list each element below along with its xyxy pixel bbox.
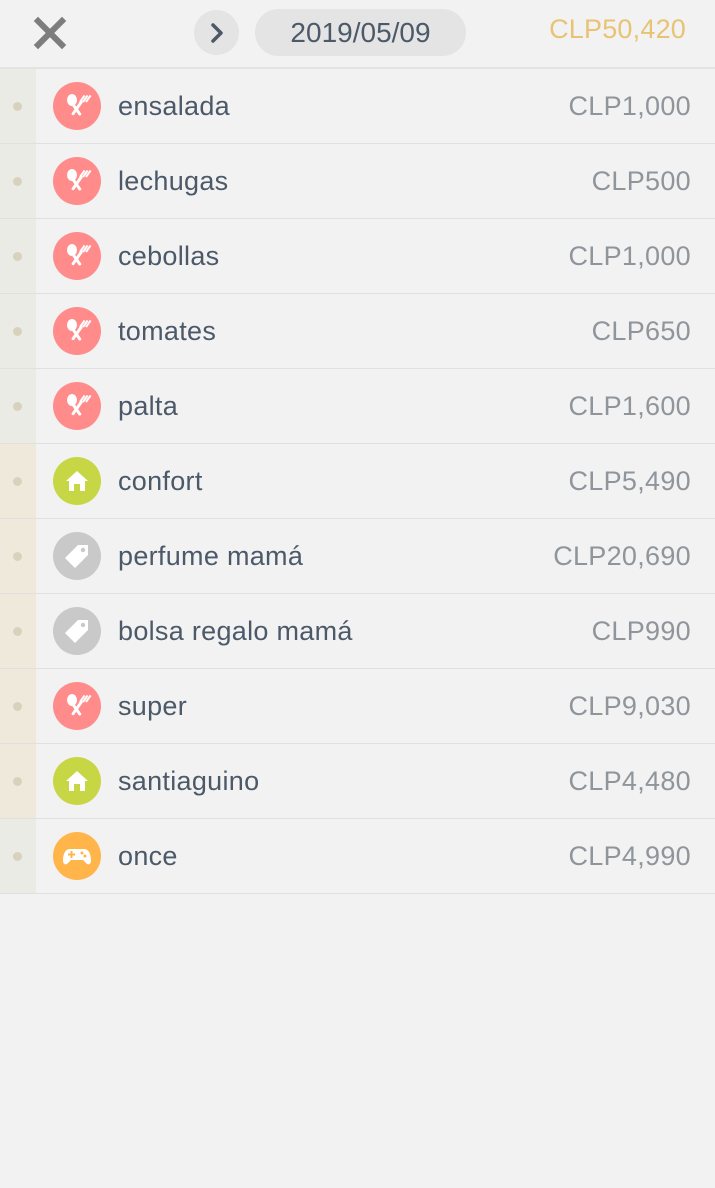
item-amount: CLP1,600 [568, 391, 691, 421]
item-name: once [118, 841, 178, 871]
item-name: ensalada [118, 91, 230, 121]
row-dot [13, 777, 22, 786]
item-name: santiaguino [118, 766, 260, 796]
item-amount: CLP500 [591, 166, 691, 196]
gamepad-icon [53, 832, 101, 880]
row-dot [13, 702, 22, 711]
row-dot [13, 327, 22, 336]
fork-spoon-icon [53, 682, 101, 730]
item-name: perfume mamá [118, 541, 304, 571]
expense-list: ensalada CLP1,000 lechugas CLP500 cebollas CL… [0, 69, 715, 894]
list-item[interactable]: ensalada CLP1,000 [0, 69, 715, 144]
next-day-button[interactable] [194, 10, 239, 55]
list-item[interactable]: perfume mamá CLP20,690 [0, 519, 715, 594]
day-total: CLP50,420 [549, 14, 686, 44]
row-dot [13, 552, 22, 561]
item-amount: CLP20,690 [553, 541, 691, 571]
row-dot [13, 177, 22, 186]
fork-spoon-icon [53, 382, 101, 430]
item-amount: CLP990 [591, 616, 691, 646]
tag-icon [53, 532, 101, 580]
item-name: lechugas [118, 166, 229, 196]
close-button[interactable] [30, 13, 70, 53]
list-item[interactable]: bolsa regalo mamá CLP990 [0, 594, 715, 669]
fork-spoon-icon [53, 307, 101, 355]
item-amount: CLP4,480 [568, 766, 691, 796]
chevron-right-icon [210, 22, 223, 43]
house-icon [53, 757, 101, 805]
list-item[interactable]: santiaguino CLP4,480 [0, 744, 715, 819]
header-bar: 2019/05/09 CLP50,420 [0, 0, 715, 69]
item-amount: CLP9,030 [568, 691, 691, 721]
expense-day-view: 2019/05/09 CLP50,420 ensalada CLP1,000 lec… [0, 0, 715, 1188]
item-name: bolsa regalo mamá [118, 616, 353, 646]
list-item[interactable]: cebollas CLP1,000 [0, 219, 715, 294]
item-name: super [118, 691, 188, 721]
item-amount: CLP1,000 [568, 241, 691, 271]
date-label: 2019/05/09 [290, 16, 431, 48]
close-icon [33, 16, 67, 50]
list-item[interactable]: palta CLP1,600 [0, 369, 715, 444]
item-name: palta [118, 391, 179, 421]
item-amount: CLP1,000 [568, 91, 691, 121]
fork-spoon-icon [53, 157, 101, 205]
house-icon [53, 457, 101, 505]
item-amount: CLP4,990 [568, 841, 691, 871]
item-name: cebollas [118, 241, 220, 271]
row-dot [13, 102, 22, 111]
list-item[interactable]: tomates CLP650 [0, 294, 715, 369]
item-name: tomates [118, 316, 217, 346]
row-dot [13, 402, 22, 411]
list-item[interactable]: confort CLP5,490 [0, 444, 715, 519]
date-selector[interactable]: 2019/05/09 [255, 9, 466, 56]
row-dot [13, 852, 22, 861]
item-name: confort [118, 466, 203, 496]
list-item[interactable]: super CLP9,030 [0, 669, 715, 744]
tag-icon [53, 607, 101, 655]
item-amount: CLP650 [591, 316, 691, 346]
item-amount: CLP5,490 [568, 466, 691, 496]
row-dot [13, 252, 22, 261]
row-dot [13, 627, 22, 636]
list-item[interactable]: once CLP4,990 [0, 819, 715, 894]
list-item[interactable]: lechugas CLP500 [0, 144, 715, 219]
fork-spoon-icon [53, 232, 101, 280]
fork-spoon-icon [53, 82, 101, 130]
row-dot [13, 477, 22, 486]
